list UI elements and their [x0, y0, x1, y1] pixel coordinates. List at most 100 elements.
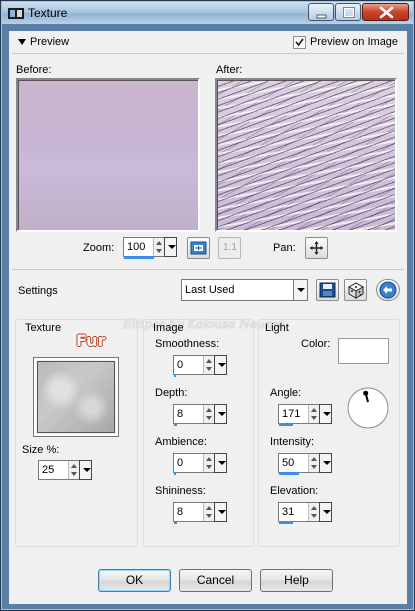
cancel-button[interactable]: Cancel	[179, 569, 252, 592]
intensity-value[interactable]: 50	[282, 457, 294, 469]
ambience-dropdown-button[interactable]	[214, 453, 227, 473]
ambience-level-bar	[174, 472, 176, 475]
elevation-spinbox[interactable]: 31	[278, 502, 332, 522]
texture-name: Fur	[76, 331, 106, 350]
save-disk-icon	[319, 282, 336, 298]
settings-label: Settings	[18, 285, 58, 297]
before-preview[interactable]	[16, 78, 200, 232]
depth-dropdown-button[interactable]	[214, 404, 227, 424]
smoothness-dropdown-button[interactable]	[214, 355, 227, 375]
texture-dialog: Texture Preview Preview on Image Before:…	[0, 0, 415, 611]
light-color-swatch[interactable]	[338, 338, 389, 364]
intensity-spinbox[interactable]: 50	[278, 453, 332, 473]
size-spinbox[interactable]: 25	[38, 460, 92, 480]
smoothness-spin-arrows[interactable]	[203, 356, 214, 374]
title-bar[interactable]: Texture	[2, 2, 413, 24]
close-button[interactable]	[362, 3, 409, 21]
ambience-spinbox[interactable]: 0	[173, 453, 227, 473]
ambience-label: Ambience:	[155, 436, 207, 448]
shininess-spinbox[interactable]: 8	[173, 502, 227, 522]
actual-size-label: 1:1	[223, 242, 237, 253]
zoom-dropdown-button[interactable]	[164, 237, 177, 257]
preset-dropdown-button[interactable]	[293, 280, 307, 300]
pan-label: Pan:	[273, 242, 296, 254]
size-label: Size %:	[22, 444, 60, 456]
elevation-dropdown-button[interactable]	[319, 502, 332, 522]
pan-button[interactable]	[305, 237, 328, 259]
image-panel-title: Image	[153, 322, 184, 334]
depth-spinbox[interactable]: 8	[173, 404, 227, 424]
size-dropdown-button[interactable]	[79, 460, 92, 480]
angle-level-bar	[279, 423, 293, 426]
preview-on-image-checkbox[interactable]	[293, 36, 306, 49]
smoothness-label: Smoothness:	[155, 338, 220, 350]
preset-select[interactable]: Last Used	[181, 279, 308, 301]
angle-value[interactable]: 171	[282, 408, 300, 420]
size-spin-arrows[interactable]	[68, 461, 79, 479]
zoom-level-bar	[124, 256, 154, 259]
shininess-level-bar	[174, 521, 177, 524]
texture-panel-title: Texture	[25, 322, 62, 334]
size-value[interactable]: 25	[42, 464, 54, 476]
elevation-spin-arrows[interactable]	[308, 503, 319, 521]
divider	[12, 269, 404, 270]
depth-label: Depth:	[155, 387, 188, 399]
randomize-button[interactable]	[344, 279, 367, 301]
pan-move-icon	[309, 241, 324, 255]
ambience-value[interactable]: 0	[177, 457, 183, 469]
preview-toggle-label[interactable]: Preview	[30, 36, 69, 48]
texture-swatch[interactable]	[37, 361, 115, 433]
shininess-value[interactable]: 8	[177, 506, 183, 518]
zoom-to-fit-button[interactable]	[187, 237, 210, 259]
intensity-label: Intensity:	[270, 436, 315, 448]
elevation-label: Elevation:	[270, 485, 319, 497]
reset-button[interactable]	[376, 279, 400, 301]
actual-size-button[interactable]: 1:1	[218, 237, 241, 259]
elevation-value[interactable]: 31	[282, 506, 294, 518]
intensity-level-bar	[279, 472, 299, 475]
minimize-icon	[316, 14, 327, 19]
window-title: Texture	[28, 6, 68, 20]
angle-dial[interactable]	[346, 386, 390, 430]
ambience-spin-arrows[interactable]	[203, 454, 214, 472]
collapse-arrow-icon[interactable]	[17, 38, 27, 46]
depth-value[interactable]: 8	[177, 408, 183, 420]
color-label: Color:	[301, 338, 331, 350]
maximize-button[interactable]	[335, 3, 361, 21]
angle-dial-knob	[363, 390, 369, 396]
smoothness-level-bar	[174, 374, 176, 377]
after-label: After:	[216, 64, 243, 76]
intensity-spin-arrows[interactable]	[308, 454, 319, 472]
smoothness-value[interactable]: 0	[177, 359, 183, 371]
zoom-value[interactable]: 100	[127, 241, 145, 253]
reset-arrow-icon	[379, 281, 397, 299]
preview-on-image-label[interactable]: Preview on Image	[310, 36, 398, 48]
close-icon	[379, 6, 394, 19]
intensity-dropdown-button[interactable]	[319, 453, 332, 473]
light-panel-title: Light	[265, 322, 289, 334]
zoom-spinbox[interactable]: 100	[123, 237, 177, 257]
maximize-icon	[342, 6, 356, 19]
app-icon	[8, 8, 24, 19]
angle-spinbox[interactable]: 171	[278, 404, 332, 424]
shininess-dropdown-button[interactable]	[214, 502, 227, 522]
zoom-fit-icon	[190, 241, 207, 255]
dice-icon	[347, 282, 365, 299]
angle-dropdown-button[interactable]	[319, 404, 332, 424]
after-preview[interactable]	[215, 78, 397, 232]
depth-level-bar	[174, 423, 177, 426]
preset-select-value[interactable]: Last Used	[185, 284, 235, 296]
divider	[12, 53, 404, 54]
checkmark-icon	[295, 38, 304, 47]
minimize-button[interactable]	[308, 3, 334, 21]
angle-label: Angle:	[270, 387, 302, 399]
angle-spin-arrows[interactable]	[308, 405, 319, 423]
ok-button[interactable]: OK	[98, 569, 171, 592]
depth-spin-arrows[interactable]	[203, 405, 214, 423]
help-button[interactable]: Help	[260, 569, 333, 592]
save-preset-button[interactable]	[316, 279, 339, 301]
smoothness-spinbox[interactable]: 0	[173, 355, 227, 375]
shininess-spin-arrows[interactable]	[203, 503, 214, 521]
before-label: Before:	[16, 64, 52, 76]
zoom-spin-arrows[interactable]	[153, 238, 164, 256]
